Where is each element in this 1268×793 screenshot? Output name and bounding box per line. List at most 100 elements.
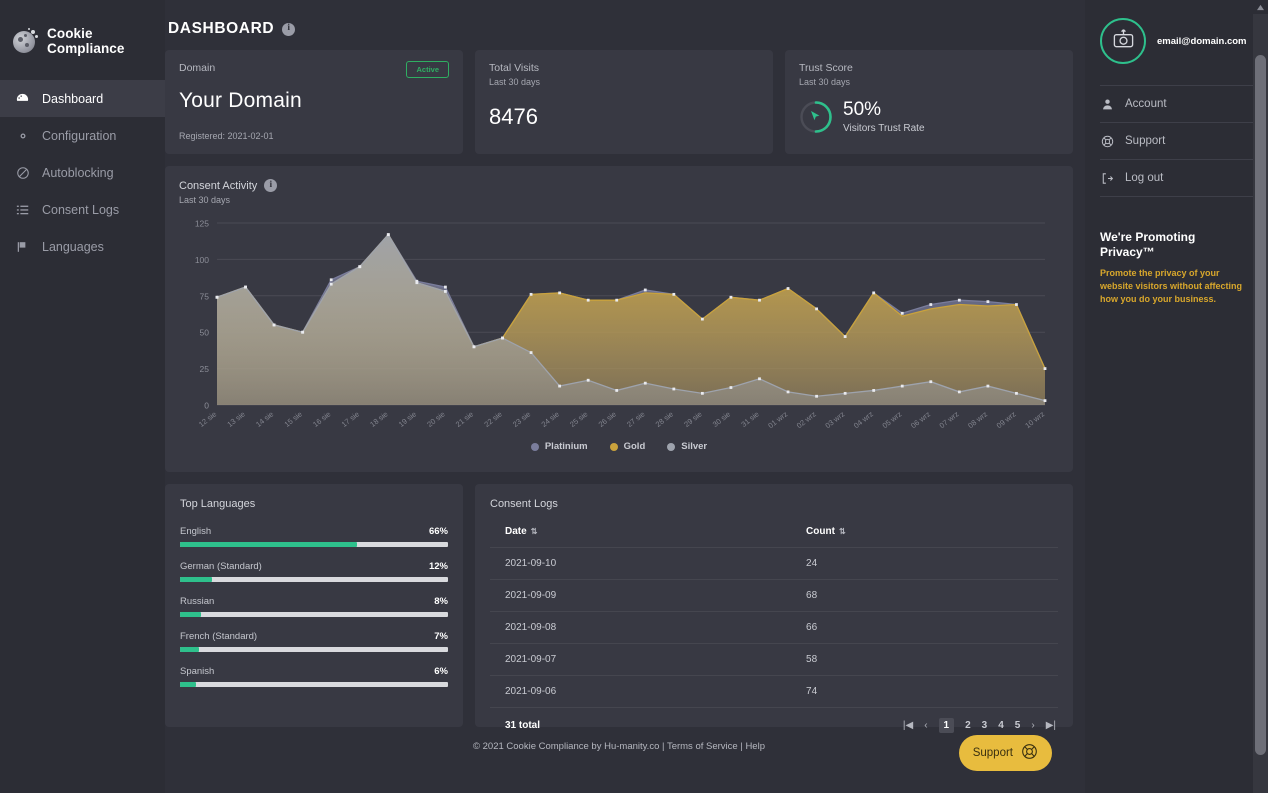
next-page-button[interactable]: › bbox=[1031, 720, 1034, 731]
user-email: email@domain.com bbox=[1157, 36, 1247, 47]
data-point[interactable] bbox=[444, 290, 447, 293]
x-axis-tick-label: 22 sie bbox=[482, 409, 503, 428]
dashboard-icon bbox=[15, 91, 30, 106]
data-point[interactable] bbox=[730, 386, 733, 389]
data-point[interactable] bbox=[815, 395, 818, 398]
data-point[interactable] bbox=[929, 303, 932, 306]
data-point[interactable] bbox=[815, 308, 818, 311]
data-point[interactable] bbox=[1015, 392, 1018, 395]
data-point[interactable] bbox=[701, 392, 704, 395]
column-header-date[interactable]: Date⇅ bbox=[490, 522, 791, 548]
avatar[interactable] bbox=[1100, 18, 1146, 64]
data-point[interactable] bbox=[644, 289, 647, 292]
data-point[interactable] bbox=[872, 389, 875, 392]
sort-icon[interactable]: ⇅ bbox=[839, 527, 846, 536]
data-point[interactable] bbox=[730, 296, 733, 299]
data-point[interactable] bbox=[672, 293, 675, 296]
brand[interactable]: Cookie Compliance bbox=[0, 16, 165, 60]
user-row: email@domain.com bbox=[1100, 18, 1253, 64]
account-item-account[interactable]: Account bbox=[1100, 86, 1253, 123]
column-header-count[interactable]: Count⇅ bbox=[791, 522, 1058, 548]
page-button-3[interactable]: 3 bbox=[982, 720, 988, 731]
account-item-logout[interactable]: Log out bbox=[1100, 160, 1253, 197]
table-row[interactable]: 2021-09-0866 bbox=[490, 612, 1058, 644]
sidebar-item-consent-logs[interactable]: Consent Logs bbox=[0, 191, 165, 228]
data-point[interactable] bbox=[872, 291, 875, 294]
data-point[interactable] bbox=[444, 286, 447, 289]
data-point[interactable] bbox=[901, 385, 904, 388]
data-point[interactable] bbox=[986, 385, 989, 388]
data-point[interactable] bbox=[958, 390, 961, 393]
data-point[interactable] bbox=[787, 390, 790, 393]
data-point[interactable] bbox=[787, 287, 790, 290]
data-point[interactable] bbox=[530, 293, 533, 296]
data-point[interactable] bbox=[758, 299, 761, 302]
data-point[interactable] bbox=[844, 392, 847, 395]
data-point[interactable] bbox=[1015, 303, 1018, 306]
info-icon[interactable]: i bbox=[282, 23, 295, 36]
page-button-4[interactable]: 4 bbox=[998, 720, 1004, 731]
sidebar-item-configuration[interactable]: Configuration bbox=[0, 117, 165, 154]
table-row[interactable]: 2021-09-1024 bbox=[490, 548, 1058, 580]
table-row[interactable]: 2021-09-0674 bbox=[490, 676, 1058, 708]
data-point[interactable] bbox=[558, 385, 561, 388]
data-point[interactable] bbox=[473, 345, 476, 348]
info-icon[interactable]: i bbox=[264, 179, 277, 192]
data-point[interactable] bbox=[501, 337, 504, 340]
data-point[interactable] bbox=[701, 318, 704, 321]
data-point[interactable] bbox=[644, 382, 647, 385]
table-row[interactable]: 2021-09-0758 bbox=[490, 644, 1058, 676]
x-axis-tick-label: 04 wrz bbox=[852, 409, 875, 430]
prev-page-button[interactable]: ‹ bbox=[924, 720, 927, 731]
data-point[interactable] bbox=[929, 380, 932, 383]
data-point[interactable] bbox=[986, 300, 989, 303]
page-button-1[interactable]: 1 bbox=[939, 718, 955, 733]
page-button-5[interactable]: 5 bbox=[1015, 720, 1021, 731]
data-point[interactable] bbox=[530, 351, 533, 354]
footer-help-link[interactable]: Help bbox=[745, 741, 765, 752]
data-point[interactable] bbox=[958, 299, 961, 302]
data-point[interactable] bbox=[587, 379, 590, 382]
data-point[interactable] bbox=[615, 389, 618, 392]
account-item-label: Account bbox=[1125, 98, 1167, 110]
sidebar-item-dashboard[interactable]: Dashboard bbox=[0, 80, 165, 117]
data-point[interactable] bbox=[387, 233, 390, 236]
data-point[interactable] bbox=[415, 281, 418, 284]
data-point[interactable] bbox=[558, 291, 561, 294]
table-row[interactable]: 2021-09-0968 bbox=[490, 580, 1058, 612]
data-point[interactable] bbox=[1044, 367, 1047, 370]
data-point[interactable] bbox=[358, 265, 361, 268]
footer-terms-link[interactable]: Terms of Service bbox=[667, 741, 738, 752]
last-page-button[interactable]: ▶| bbox=[1046, 720, 1056, 731]
page-scrollbar[interactable] bbox=[1253, 0, 1268, 793]
status-badge[interactable]: Active bbox=[406, 61, 449, 78]
first-page-button[interactable]: |◀ bbox=[903, 720, 913, 731]
footer-copyright: © 2021 Cookie Compliance by Hu-manity.co bbox=[473, 741, 659, 752]
data-point[interactable] bbox=[587, 299, 590, 302]
data-point[interactable] bbox=[273, 324, 276, 327]
data-point[interactable] bbox=[1044, 399, 1047, 402]
support-button[interactable]: Support bbox=[959, 735, 1052, 771]
data-point[interactable] bbox=[216, 296, 219, 299]
data-point[interactable] bbox=[330, 278, 333, 281]
account-item-support[interactable]: Support bbox=[1100, 123, 1253, 160]
sort-icon[interactable]: ⇅ bbox=[531, 527, 538, 536]
scroll-up-arrow-icon[interactable] bbox=[1253, 0, 1268, 14]
scrollbar-thumb[interactable] bbox=[1255, 55, 1266, 755]
data-point[interactable] bbox=[615, 299, 618, 302]
page-button-2[interactable]: 2 bbox=[965, 720, 971, 731]
data-point[interactable] bbox=[672, 388, 675, 391]
language-progress-bar bbox=[180, 542, 448, 547]
x-axis-tick-label: 05 wrz bbox=[881, 409, 904, 430]
data-point[interactable] bbox=[244, 286, 247, 289]
data-point[interactable] bbox=[901, 312, 904, 315]
language-progress-fill bbox=[180, 682, 196, 687]
data-point[interactable] bbox=[301, 331, 304, 334]
data-point[interactable] bbox=[330, 283, 333, 286]
data-point[interactable] bbox=[844, 335, 847, 338]
sidebar-item-autoblocking[interactable]: Autoblocking bbox=[0, 154, 165, 191]
data-point[interactable] bbox=[758, 377, 761, 380]
sidebar-item-languages[interactable]: Languages bbox=[0, 228, 165, 265]
x-axis-tick-label: 15 sie bbox=[283, 409, 304, 428]
support-button-label: Support bbox=[973, 747, 1013, 759]
